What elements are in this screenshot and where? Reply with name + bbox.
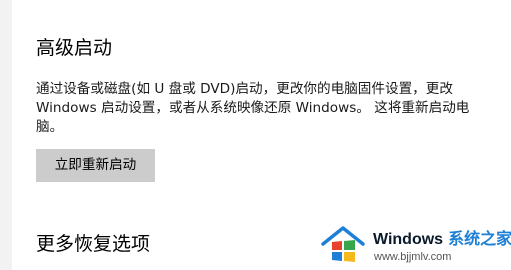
windows-house-logo-icon — [321, 226, 365, 262]
restart-now-button[interactable]: 立即重新启动 — [36, 149, 155, 182]
navigation-pane-edge — [0, 0, 12, 270]
watermark-url: www.bjjmlv.com — [374, 251, 452, 263]
description-line: 脑。 — [36, 119, 64, 135]
description-line: 通过设备或磁盘(如 U 盘或 DVD)启动，更改你的电脑固件设置，更改 — [36, 81, 453, 97]
advanced-startup-description: 通过设备或磁盘(如 U 盘或 DVD)启动，更改你的电脑固件设置，更改 Wind… — [36, 80, 501, 137]
more-recovery-options-heading: 更多恢复选项 — [36, 233, 151, 255]
watermark: Windows 系统之家 www.bjjmlv.com — [318, 222, 511, 270]
watermark-brand-site: 系统之家 — [448, 229, 511, 248]
description-line: Windows 启动设置，或者从系统映像还原 Windows。 这将重新启动电 — [36, 100, 470, 116]
advanced-startup-heading: 高级启动 — [36, 37, 113, 59]
watermark-brand: Windows 系统之家 — [373, 228, 511, 251]
watermark-brand-windows: Windows — [373, 231, 444, 248]
